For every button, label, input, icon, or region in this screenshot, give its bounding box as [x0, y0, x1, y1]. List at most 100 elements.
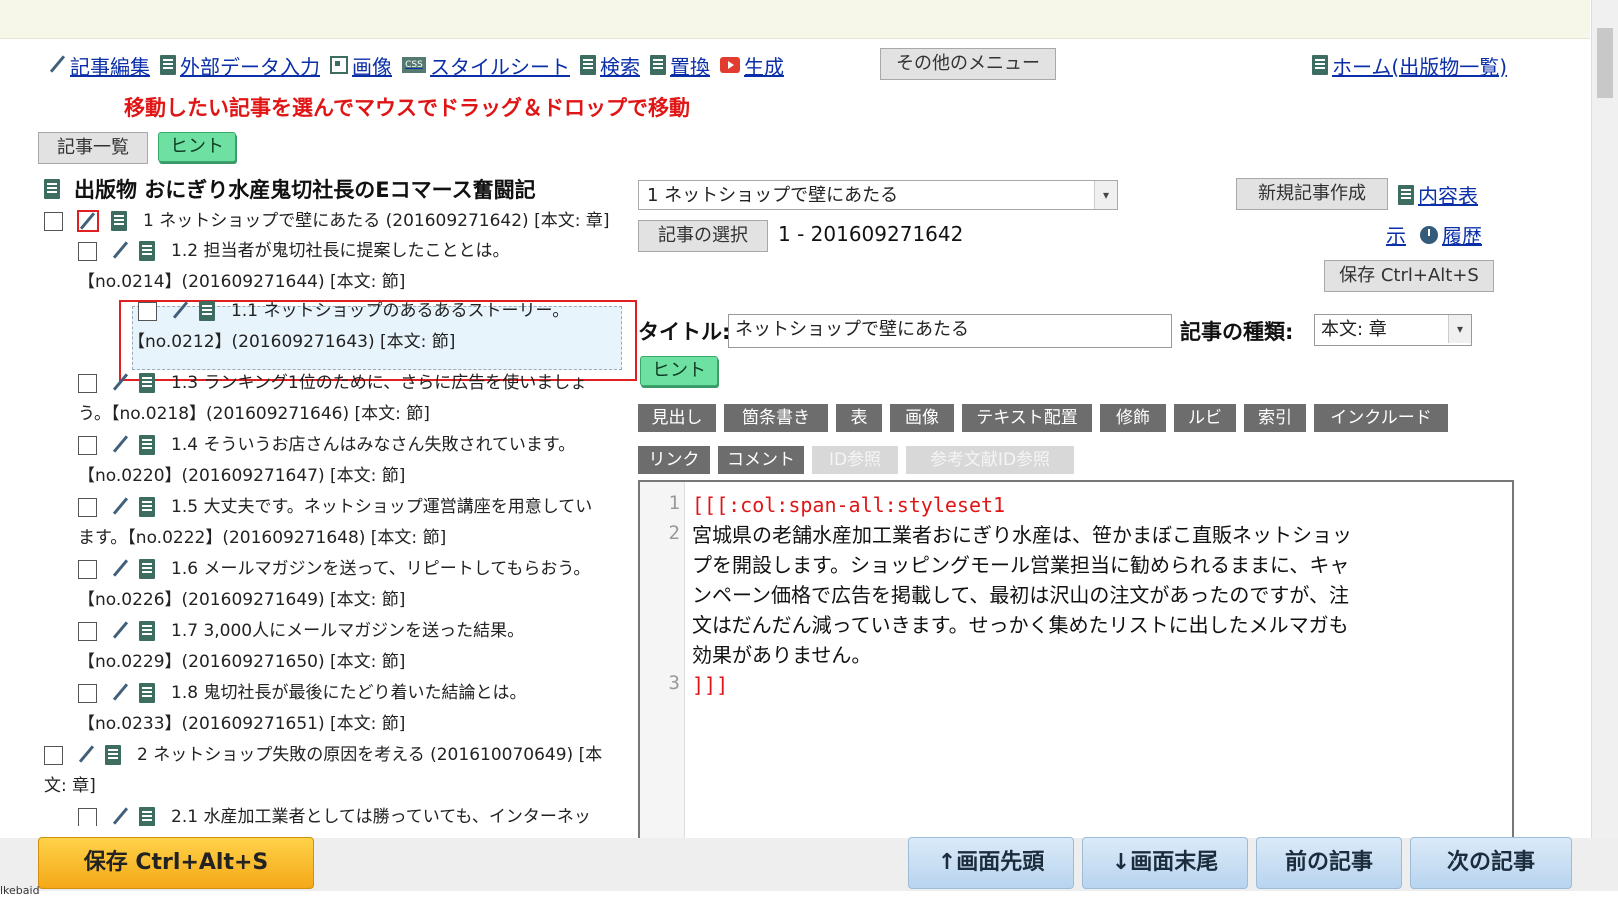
pencil-icon	[48, 55, 66, 75]
editor-line-2c: ンペーン価格で広告を掲載して、最初は沢山の注文があったのですが、注	[692, 583, 1349, 607]
toc-link-cont[interactable]: 示	[1386, 220, 1406, 249]
tree-node[interactable]: 1 ネットショップで壁にあたる (201609271642) [本文: 章]	[44, 206, 609, 237]
node-checkbox[interactable]	[78, 559, 97, 579]
node-checkbox[interactable]	[78, 373, 97, 393]
toolbar-external-data[interactable]: 外部データ入力	[160, 51, 320, 80]
format-include-button[interactable]: インクルード	[1314, 404, 1448, 432]
tree-node[interactable]: 1.5 大丈夫です。ネットショップ運営講座を用意してい ます。【no.0222】(…	[78, 492, 618, 554]
format-heading-button[interactable]: 見出し	[638, 404, 716, 432]
history-link[interactable]: 履歴	[1420, 220, 1482, 249]
pencil-icon[interactable]	[111, 373, 129, 393]
node-checkbox[interactable]	[78, 497, 97, 517]
history-link-label: 履歴	[1442, 224, 1482, 248]
node-text: 1.5 大丈夫です。ネットショップ運営講座を用意してい	[171, 497, 593, 517]
format-index-button[interactable]: 索引	[1244, 404, 1306, 432]
format-text-align-button[interactable]: テキスト配置	[962, 404, 1092, 432]
article-type-select[interactable]: 本文: 章 ▾	[1314, 314, 1472, 346]
tree-node[interactable]: 1.4 そういうお店さんはみなさん失敗されています。【no.0220】(2016…	[78, 430, 618, 492]
editor-content[interactable]: [[[:col:span-all:styleset1 宮城県の老舗水産加工業者お…	[692, 490, 1492, 700]
title-input[interactable]: ネットショップで壁にあたる	[728, 314, 1172, 348]
toolbar-replace[interactable]: 置換	[650, 51, 710, 80]
pencil-icon[interactable]	[111, 435, 129, 455]
format-image-button[interactable]: 画像	[890, 404, 954, 432]
save-button-bottom[interactable]: 保存 Ctrl+Alt+S	[38, 837, 314, 889]
pencil-icon[interactable]	[111, 559, 129, 579]
select-article-button[interactable]: 記事の選択	[638, 220, 768, 252]
pencil-icon[interactable]	[111, 807, 129, 826]
node-text-2: 【no.0220】(201609271647) [本文: 節]	[78, 466, 406, 486]
node-checkbox[interactable]	[78, 621, 97, 641]
format-decoration-button[interactable]: 修飾	[1100, 404, 1166, 432]
article-list-button[interactable]: 記事一覧	[38, 132, 148, 164]
toolbar-edit-article[interactable]: 記事編集	[48, 51, 150, 80]
toolbar-search[interactable]: 検索	[580, 51, 640, 80]
tree-node[interactable]: 2 ネットショップ失敗の原因を考える (201610070649) [本 文: 章…	[44, 740, 618, 802]
format-table-button[interactable]: 表	[836, 404, 882, 432]
article-select[interactable]: 1 ネットショップで壁にあたる ▾	[638, 180, 1118, 210]
pencil-icon[interactable]	[111, 683, 129, 703]
pencil-icon[interactable]	[111, 497, 129, 517]
format-link-button[interactable]: リンク	[638, 446, 710, 474]
toolbar-search-label: 検索	[600, 54, 640, 79]
toc-link[interactable]: 内容表	[1398, 180, 1478, 209]
node-checkbox[interactable]	[78, 683, 97, 703]
format-ruby-button[interactable]: ルビ	[1174, 404, 1236, 432]
node-checkbox[interactable]	[138, 301, 157, 321]
pencil-icon[interactable]	[77, 745, 95, 765]
document-icon	[139, 559, 155, 579]
chevron-down-icon[interactable]: ▾	[1094, 181, 1117, 209]
chevron-down-icon[interactable]: ▾	[1448, 315, 1471, 343]
article-type-value: 本文: 章	[1321, 319, 1387, 340]
node-text: 1.4 そういうお店さんはみなさん失敗されています。	[171, 435, 576, 455]
prev-article-button[interactable]: 前の記事	[1256, 837, 1402, 889]
node-checkbox[interactable]	[78, 435, 97, 455]
publication-title-text: 出版物 おにぎり水産鬼切社長のEコマース奮闘記	[74, 178, 536, 202]
scroll-end-button[interactable]: ↓画面末尾	[1082, 837, 1248, 889]
editor-line-3: ]]]	[692, 673, 729, 697]
home-link[interactable]: ホーム(出版物一覧)	[1312, 50, 1507, 80]
next-article-button[interactable]: 次の記事	[1410, 837, 1572, 889]
drag-drop-notice: 移動したい記事を選んでマウスでドラッグ＆ドロップで移動	[124, 96, 690, 120]
node-text-2: 【no.0229】(201609271650) [本文: 節]	[78, 652, 406, 672]
toolbar-images[interactable]: 画像	[330, 51, 392, 80]
tree-node[interactable]: 1.7 3,000人にメールマガジンを送った結果。 【no.0229】(20160…	[78, 616, 618, 678]
image-icon	[330, 56, 348, 74]
node-text-2: 【no.0212】(201609271643) [本文: 節]	[128, 332, 456, 352]
document-icon	[1312, 55, 1328, 75]
tree-node[interactable]: 1.6 メールマガジンを送って、リピートしてもらおう。 【no.0226】(201…	[78, 554, 618, 616]
scroll-top-button[interactable]: ↑画面先頭	[908, 837, 1074, 889]
scrollbar-thumb[interactable]	[1597, 28, 1613, 98]
tree-node[interactable]: 1.8 鬼切社長が最後にたどり着いた結論とは。 【no.0233】(2016092…	[78, 678, 618, 740]
video-icon	[720, 57, 740, 73]
save-button-top[interactable]: 保存 Ctrl+Alt+S	[1324, 260, 1494, 292]
pencil-icon[interactable]	[77, 210, 99, 232]
other-menu-button[interactable]: その他のメニュー	[880, 48, 1056, 80]
pencil-icon[interactable]	[111, 241, 129, 261]
toolbar-external-label: 外部データ入力	[180, 54, 320, 79]
tree-node[interactable]: 2.1 水産加工業者としては勝っていても、インターネッ	[78, 802, 618, 826]
format-comment-button[interactable]: コメント	[718, 446, 804, 474]
code-editor[interactable]: 1 2 3 [[[:col:span-all:styleset1 宮城県の老舗水…	[638, 480, 1514, 844]
node-checkbox[interactable]	[44, 745, 63, 765]
tree-node-dragging[interactable]: 1.1 ネットショップのあるあるストーリー。【no.0212】(20160927…	[128, 296, 618, 358]
clock-icon	[1420, 225, 1438, 244]
node-text-2: 文: 章]	[44, 776, 96, 796]
pencil-icon[interactable]	[171, 301, 189, 321]
node-checkbox[interactable]	[78, 241, 97, 261]
vertical-scrollbar[interactable]	[1591, 0, 1618, 838]
new-article-button[interactable]: 新規記事作成	[1236, 178, 1388, 210]
node-checkbox[interactable]	[78, 807, 97, 826]
tree-node[interactable]: 1.3 ランキング1位のために、さらに広告を使いましょ う。【no.0218】(2…	[78, 368, 618, 430]
node-text: 1.1 ネットショップのあるあるストーリー。	[231, 301, 570, 321]
right-hint-button[interactable]: ヒント	[640, 356, 718, 386]
node-checkbox[interactable]	[44, 211, 63, 231]
tree-node[interactable]: 1.2 担当者が鬼切社長に提案したこととは。 【no.0214】(20160927…	[78, 236, 618, 298]
toolbar-generate[interactable]: 生成	[720, 51, 784, 80]
document-icon	[139, 241, 155, 261]
toolbar-stylesheet[interactable]: CSS スタイルシート	[402, 51, 570, 80]
document-icon	[199, 301, 215, 321]
left-hint-button[interactable]: ヒント	[158, 132, 236, 162]
format-bullets-button[interactable]: 箇条書き	[724, 404, 828, 432]
node-text: 2.1 水産加工業者としては勝っていても、インターネッ	[171, 807, 591, 826]
pencil-icon[interactable]	[111, 621, 129, 641]
